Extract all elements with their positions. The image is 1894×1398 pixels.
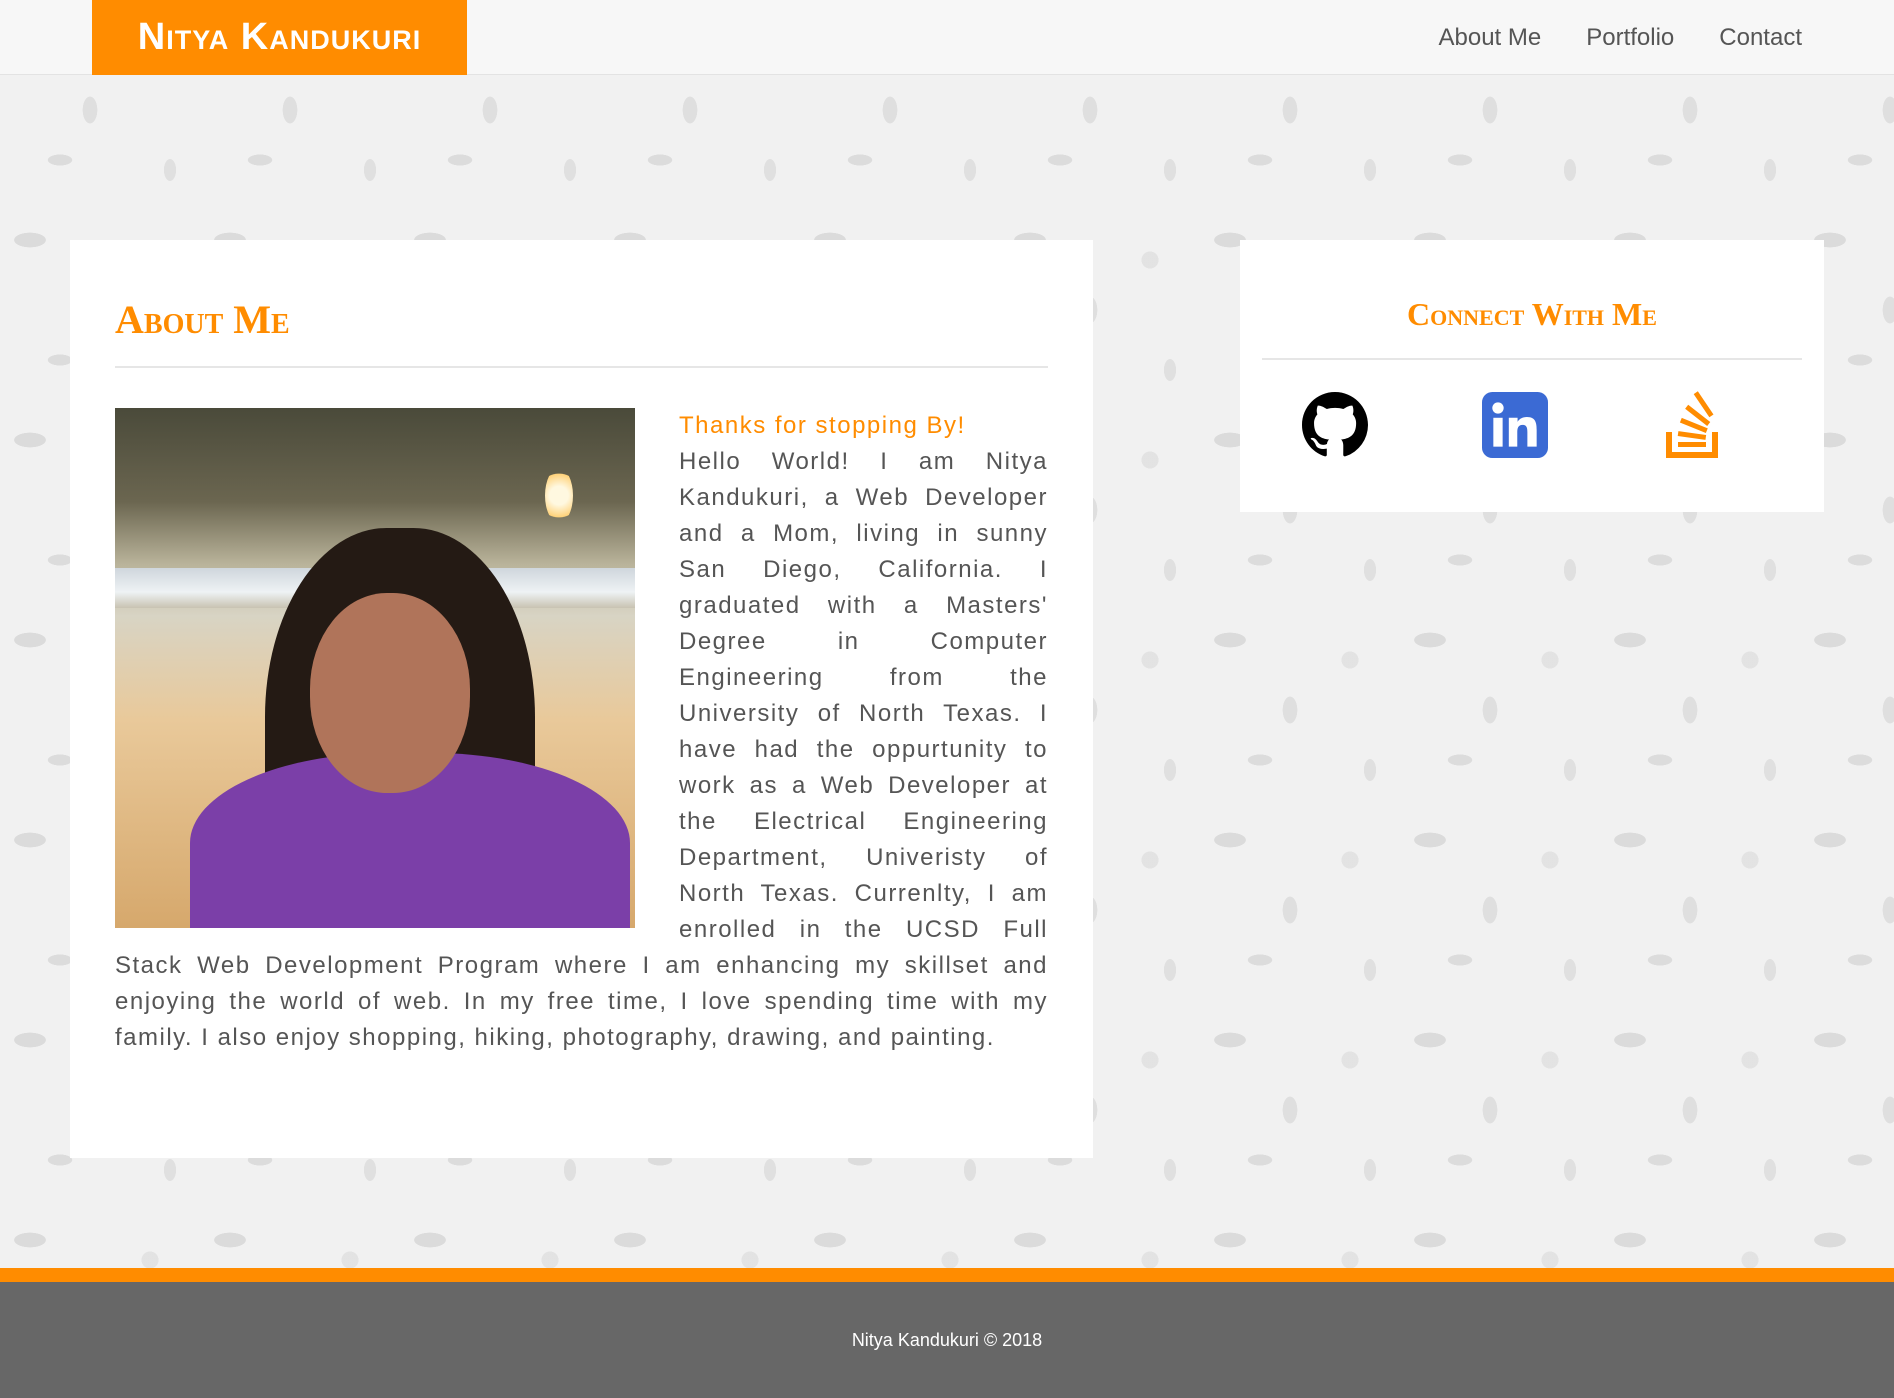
nav-link-contact[interactable]: Contact — [1719, 24, 1802, 52]
github-link[interactable] — [1302, 392, 1368, 458]
nav-links: About Me Portfolio Contact — [1439, 0, 1803, 75]
about-card: About Me Thanks for stopping By! Hello W… — [70, 240, 1093, 1158]
nav-link-about[interactable]: About Me — [1439, 24, 1542, 52]
profile-photo — [115, 408, 635, 928]
photo-sun — [545, 468, 573, 523]
linkedin-link[interactable] — [1482, 392, 1548, 458]
photo-face — [310, 593, 470, 793]
brand-logo[interactable]: Nitya Kandukuri — [92, 0, 467, 75]
navbar: Nitya Kandukuri About Me Portfolio Conta… — [0, 0, 1894, 75]
about-body: Thanks for stopping By! Hello World! I a… — [115, 408, 1048, 1056]
github-icon — [1302, 392, 1368, 457]
stackoverflow-icon — [1666, 391, 1718, 458]
linkedin-icon — [1482, 392, 1548, 458]
about-title: About Me — [115, 300, 1048, 368]
footer-text: Nitya Kandukuri © 2018 — [851, 1330, 1043, 1350]
footer-accent-bar — [0, 1268, 1894, 1282]
social-links — [1262, 360, 1802, 510]
connect-title: Connect With Me — [1262, 240, 1802, 360]
nav-link-portfolio[interactable]: Portfolio — [1586, 24, 1674, 52]
footer: Nitya Kandukuri © 2018 — [0, 1282, 1894, 1398]
stackoverflow-link[interactable] — [1662, 388, 1726, 460]
connect-card: Connect With Me — [1240, 240, 1824, 512]
